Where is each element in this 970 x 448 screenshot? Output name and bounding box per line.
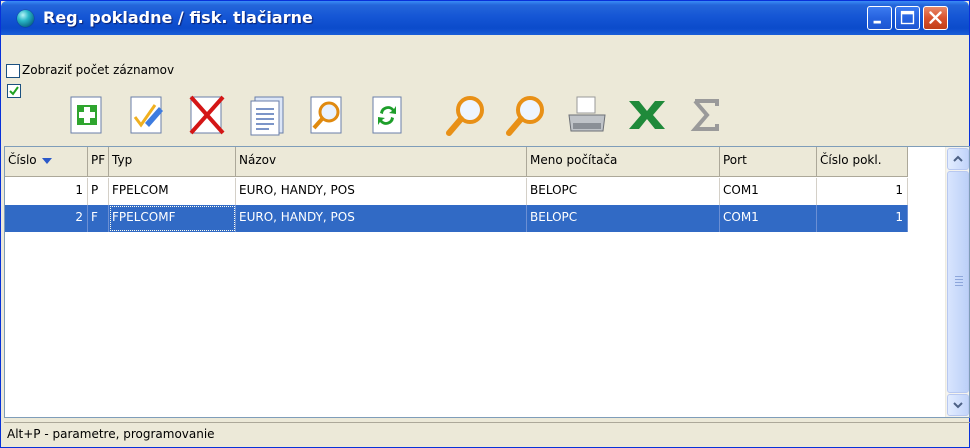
minimize-icon (873, 20, 881, 24)
cell-port: COM1 (720, 178, 817, 205)
status-bar: Alt+P - parametre, programovanie (4, 422, 970, 446)
scroll-up-button[interactable] (947, 148, 969, 170)
view-button[interactable] (305, 93, 349, 137)
col-header-nazov[interactable]: Názov (236, 147, 527, 176)
show-count-label: Zobraziť počet záznamov (22, 63, 175, 77)
add-button[interactable] (65, 93, 109, 137)
copy-button[interactable] (245, 93, 289, 137)
cell-pf: P (88, 178, 109, 205)
app-orb-icon (17, 10, 34, 27)
print-icon (568, 96, 606, 132)
cell-typ: FPELCOM (109, 178, 236, 205)
search-next-button[interactable] (505, 93, 549, 137)
checkmark-icon (9, 86, 19, 96)
edit-button[interactable] (125, 93, 169, 137)
col-header-port[interactable]: Port (720, 147, 817, 176)
chevron-up-icon (953, 155, 963, 162)
grip-line-icon (955, 282, 963, 283)
search-button[interactable] (445, 93, 489, 137)
cell-cislo: 1 (5, 178, 88, 205)
scroll-down-button[interactable] (947, 394, 969, 416)
cell-typ-focused: FPELCOMF (109, 205, 236, 232)
minimize-button[interactable] (867, 6, 892, 30)
col-header-cislo[interactable]: Číslo (5, 147, 88, 176)
window-title: Reg. pokladne / fisk. tlačiarne (43, 8, 313, 27)
printers-grid: Číslo PF Typ Názov Meno počítača Port Čí… (4, 146, 970, 418)
maximize-button[interactable] (895, 6, 920, 30)
delete-button[interactable] (185, 93, 229, 137)
delete-icon (189, 95, 225, 135)
table-row[interactable]: 1 P FPELCOM EURO, HANDY, POS BELOPC COM1… (5, 178, 908, 205)
cell-port: COM1 (720, 205, 817, 232)
col-header-pf[interactable]: PF (88, 147, 109, 176)
grip-line-icon (955, 279, 963, 280)
cell-pf: F (88, 205, 109, 232)
sort-desc-icon (41, 157, 52, 164)
col-header-cislo-pokl[interactable]: Číslo pokl. (817, 147, 908, 176)
title-bar[interactable]: Reg. pokladne / fisk. tlačiarne (1, 1, 969, 35)
sum-icon (690, 99, 719, 131)
excel-export-icon (629, 101, 665, 129)
show-count-checkbox[interactable] (6, 64, 20, 78)
refresh-icon (372, 96, 402, 134)
cell-meno: BELOPC (527, 178, 720, 205)
cell-cislo: 2 (5, 205, 88, 232)
edit-icon (130, 96, 163, 134)
grid-header: Číslo PF Typ Názov Meno počítača Port Čí… (5, 147, 908, 177)
vertical-scrollbar[interactable] (945, 147, 969, 417)
col-header-meno[interactable]: Meno počítača (527, 147, 720, 176)
search-next-icon (506, 96, 544, 136)
table-row-selected[interactable]: 2 F FPELCOMF EURO, HANDY, POS BELOPC COM… (5, 205, 908, 232)
close-icon (929, 11, 942, 24)
cell-cislo-pokl: 1 (817, 205, 908, 232)
secondary-checkbox[interactable] (7, 84, 21, 98)
copy-icon (250, 96, 284, 136)
cell-nazov: EURO, HANDY, POS (236, 205, 527, 232)
maximize-icon (900, 10, 915, 25)
col-header-typ[interactable]: Typ (109, 147, 236, 176)
close-button[interactable] (923, 6, 948, 30)
status-hint: Alt+P - parametre, programovanie (7, 427, 215, 441)
chevron-down-icon (953, 402, 963, 409)
search-icon (446, 96, 484, 136)
add-icon (70, 96, 102, 134)
scroll-thumb[interactable] (947, 171, 969, 393)
sum-button[interactable] (685, 93, 729, 137)
grip-line-icon (955, 276, 963, 277)
cell-meno: BELOPC (527, 205, 720, 232)
refresh-button[interactable] (365, 93, 409, 137)
excel-export-button[interactable] (625, 93, 669, 137)
fiscal-printers-window: Reg. pokladne / fisk. tlačiarne Zobraziť… (0, 0, 970, 448)
print-button[interactable] (565, 93, 609, 137)
view-icon (310, 96, 342, 134)
cell-nazov: EURO, HANDY, POS (236, 178, 527, 205)
cell-cislo-pokl: 1 (817, 178, 908, 205)
grip-line-icon (955, 285, 963, 286)
